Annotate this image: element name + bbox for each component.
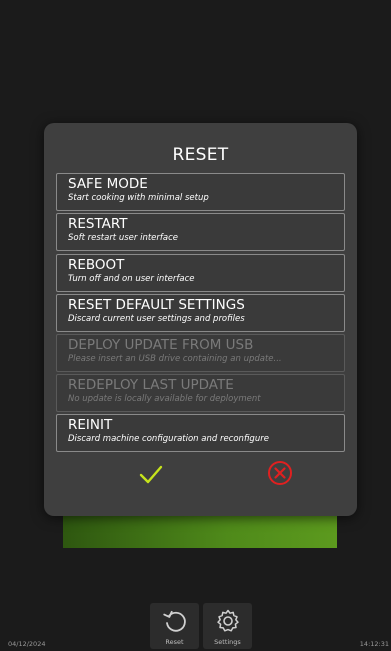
option-title: RESET DEFAULT SETTINGS <box>68 297 245 313</box>
option-title: REDEPLOY LAST UPDATE <box>68 377 234 393</box>
option-title: REBOOT <box>68 257 125 273</box>
option-subtitle: Discard current user settings and profil… <box>68 314 245 324</box>
dialog-title: RESET <box>172 145 229 165</box>
option-title: DEPLOY UPDATE FROM USB <box>68 337 254 353</box>
reset-icon <box>163 610 186 632</box>
gear-icon <box>217 609 239 632</box>
settings-button[interactable]: Settings <box>203 603 252 649</box>
option-title: SAFE MODE <box>68 176 148 192</box>
checkmark-icon <box>139 465 163 484</box>
footer-date: 04/12/2024 <box>8 640 46 648</box>
option-subtitle: Start cooking with minimal setup <box>68 193 209 203</box>
option-reboot[interactable]: REBOOT Turn off and on user interface <box>56 254 345 292</box>
reset-dialog: RESET SAFE MODE Start cooking with minim… <box>44 123 357 516</box>
option-subtitle: Turn off and on user interface <box>68 274 195 284</box>
option-title: RESTART <box>68 216 128 232</box>
option-subtitle: Discard machine configuration and reconf… <box>68 434 269 444</box>
option-title: REINIT <box>68 417 113 433</box>
settings-label: Settings <box>214 638 241 646</box>
option-subtitle: Please insert an USB drive containing an… <box>68 354 282 364</box>
option-redeploy-last-update: REDEPLOY LAST UPDATE No update is locall… <box>56 374 345 412</box>
option-deploy-update-usb: DEPLOY UPDATE FROM USB Please insert an … <box>56 334 345 372</box>
cancel-button[interactable] <box>267 460 293 486</box>
option-reset-default-settings[interactable]: RESET DEFAULT SETTINGS Discard current u… <box>56 294 345 332</box>
option-reinit[interactable]: REINIT Discard machine configuration and… <box>56 414 345 452</box>
reset-label: Reset <box>165 638 184 646</box>
option-subtitle: No update is locally available for deplo… <box>68 394 261 404</box>
option-safe-mode[interactable]: SAFE MODE Start cooking with minimal set… <box>56 173 345 211</box>
reset-button[interactable]: Reset <box>150 603 199 649</box>
footer-time: 14:12:31 <box>359 640 389 648</box>
confirm-button[interactable] <box>138 461 164 487</box>
option-restart[interactable]: RESTART Soft restart user interface <box>56 213 345 251</box>
close-circle-icon <box>268 461 292 485</box>
option-subtitle: Soft restart user interface <box>68 233 178 243</box>
